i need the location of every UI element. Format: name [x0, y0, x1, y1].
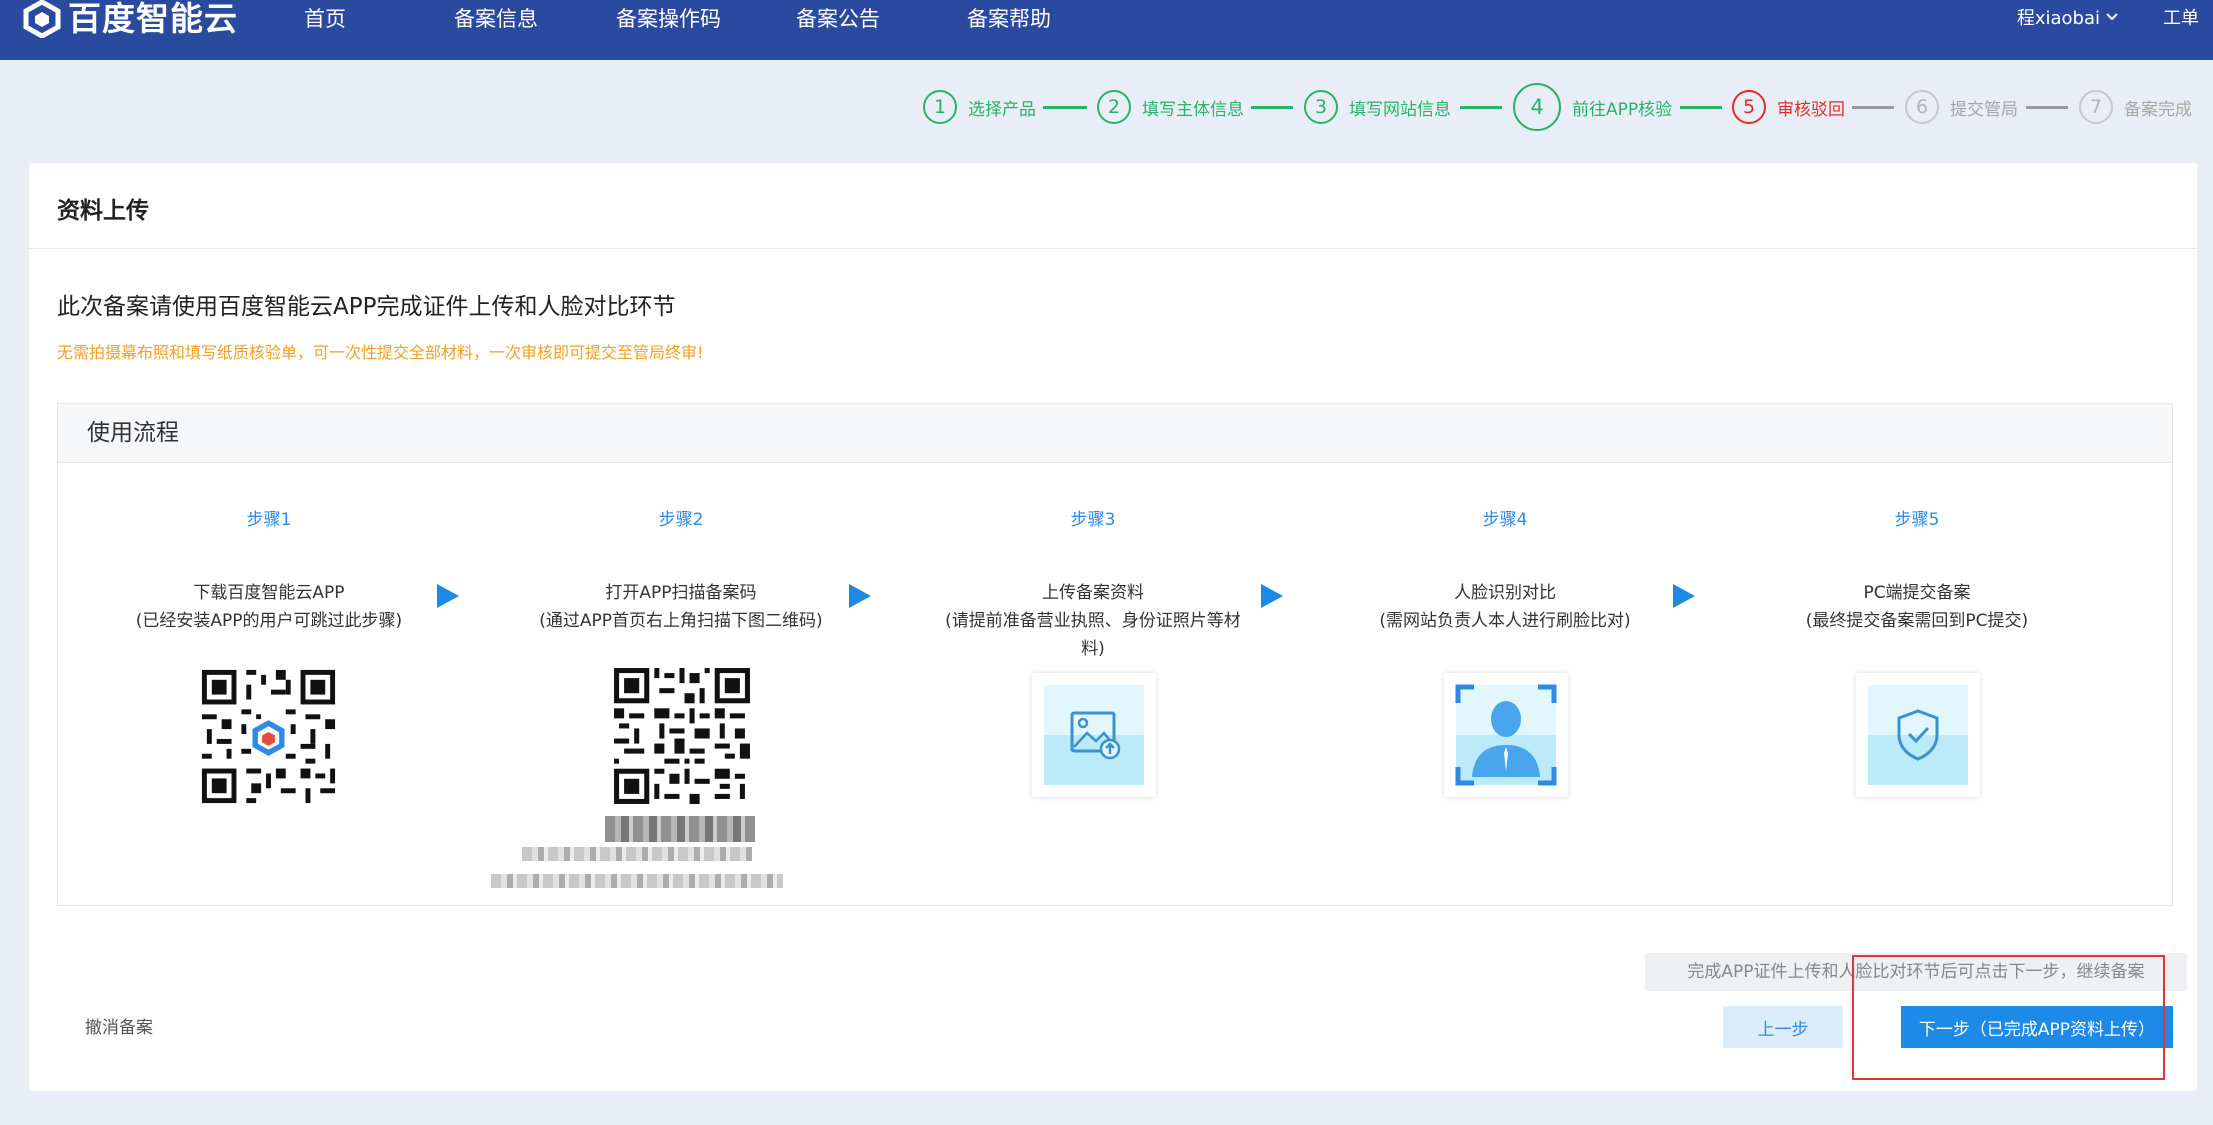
user-menu[interactable]: 程xiaobai [2017, 4, 2118, 30]
upload-image-icon [1032, 673, 1156, 797]
step-label: 备案完成 [2124, 99, 2192, 120]
blurred-code-text [522, 847, 752, 861]
step-connector [1680, 106, 1722, 109]
blurred-code-text [491, 874, 783, 888]
flow-step-1: 步骤1 下载百度智能云APP (已经安装APP的用户可跳过此步骤) [79, 463, 459, 903]
flow-step-desc: 上传备案资料 (请提前准备营业执照、身份证照片等材 料) [903, 579, 1283, 663]
flow-step-3: 步骤3 上传备案资料 (请提前准备营业执照、身份证照片等材 料) [903, 463, 1283, 903]
flow-step-line: (最终提交备案需回到PC提交) [1805, 611, 2029, 631]
arrow-right-icon [1673, 584, 1695, 608]
stepper-step-6: 6 提交管局 [1905, 86, 2018, 128]
flow-step-desc: 下载百度智能云APP (已经安装APP的用户可跳过此步骤) [79, 579, 459, 635]
flow-step-desc: 打开APP扫描备案码 (通过APP首页右上角扫描下图二维码) [491, 579, 871, 635]
intro-note: 无需拍摄幕布照和填写纸质核验单，可一次性提交全部材料，一次审核即可提交至管局终审… [57, 343, 704, 362]
step-number: 7 [2079, 90, 2113, 124]
nav-item-record-code[interactable]: 备案操作码 [616, 3, 721, 33]
arrow-right-icon [849, 584, 871, 608]
flow-step-line: 打开APP扫描备案码 [605, 583, 757, 603]
stepper-step-7: 7 备案完成 [2079, 86, 2192, 128]
next-step-button[interactable]: 下一步（已完成APP资料上传） [1901, 1006, 2173, 1048]
nav-item-announcement[interactable]: 备案公告 [796, 3, 880, 33]
step-number: 4 [1513, 83, 1561, 131]
divider [29, 248, 2197, 249]
step-connector [1460, 106, 1502, 109]
flow-step-line: 下载百度智能云APP [193, 583, 345, 603]
step-connector [1852, 106, 1894, 109]
step-number: 6 [1905, 90, 1939, 124]
step-label: 填写网站信息 [1349, 99, 1451, 120]
arrow-right-icon [1261, 584, 1283, 608]
baidu-cloud-logo-icon [23, 0, 61, 38]
step-number: 5 [1732, 90, 1766, 124]
intro-title: 此次备案请使用百度智能云APP完成证件上传和人脸对比环节 [57, 294, 676, 320]
usage-flow-panel: 使用流程 步骤1 下载百度智能云APP (已经安装APP的用户可跳过此步骤) 步… [57, 403, 2173, 906]
step-label: 审核驳回 [1777, 99, 1845, 120]
flow-step-4: 步骤4 人脸识别对比 (需网站负责人本人进行刷脸比对) [1315, 463, 1695, 903]
flow-step-title: 步骤1 [246, 510, 292, 530]
step-label: 提交管局 [1950, 99, 2018, 120]
stepper-step-2: 2 填写主体信息 [1097, 86, 1244, 128]
flow-step-title: 步骤5 [1894, 510, 1940, 530]
record-code-qr-code [609, 663, 755, 809]
progress-stepper: 1 选择产品 2 填写主体信息 3 填写网站信息 4 前往APP核验 5 审核驳… [0, 83, 2213, 131]
blurred-record-code [605, 816, 755, 842]
stepper-step-5: 5 审核驳回 [1732, 86, 1845, 128]
flow-step-line: 上传备案资料 [1042, 583, 1144, 603]
app-download-qr-code [197, 665, 340, 808]
step-label: 选择产品 [968, 99, 1036, 120]
step-number: 1 [923, 90, 957, 124]
step-number: 2 [1097, 90, 1131, 124]
flow-step-5: 步骤5 PC端提交备案 (最终提交备案需回到PC提交) [1727, 463, 2107, 903]
chevron-down-icon [2106, 13, 2118, 21]
card-title: 资料上传 [57, 198, 149, 224]
flow-step-desc: 人脸识别对比 (需网站负责人本人进行刷脸比对) [1315, 579, 1695, 635]
flow-step-line: (需网站负责人本人进行刷脸比对) [1379, 611, 1631, 631]
step-label: 填写主体信息 [1142, 99, 1244, 120]
upload-card: 资料上传 此次备案请使用百度智能云APP完成证件上传和人脸对比环节 无需拍摄幕布… [29, 163, 2197, 1091]
previous-step-button[interactable]: 上一步 [1723, 1006, 1843, 1048]
stepper-step-1: 1 选择产品 [923, 86, 1036, 128]
flow-step-line: (通过APP首页右上角扫描下图二维码) [539, 611, 823, 631]
cancel-record-link[interactable]: 撤消备案 [85, 1013, 153, 1038]
flow-step-2: 步骤2 打开APP扫描备案码 (通过APP首页右上角扫描下图二维码) [491, 463, 871, 903]
flow-step-title: 步骤3 [1070, 510, 1116, 530]
nav-item-record-info[interactable]: 备案信息 [454, 3, 538, 33]
stepper-step-3: 3 填写网站信息 [1304, 86, 1451, 128]
flow-step-title: 步骤2 [658, 510, 704, 530]
face-recognition-icon [1444, 673, 1568, 797]
flow-step-line: (请提前准备营业执照、身份证照片等材 [945, 611, 1241, 631]
nav-item-help[interactable]: 备案帮助 [967, 3, 1051, 33]
step-label: 前往APP核验 [1572, 99, 1673, 120]
step-connector [1043, 106, 1087, 109]
flow-title: 使用流程 [58, 404, 2172, 463]
flow-step-desc: PC端提交备案 (最终提交备案需回到PC提交) [1727, 579, 2107, 635]
flow-step-line: (已经安装APP的用户可跳过此步骤) [135, 611, 403, 631]
step-connector [2026, 106, 2068, 109]
arrow-right-icon [437, 584, 459, 608]
flow-step-line: 料) [1081, 639, 1105, 659]
user-name: 程xiaobai [2016, 8, 2100, 29]
shield-check-icon [1856, 673, 1980, 797]
flow-step-line: 人脸识别对比 [1454, 583, 1556, 603]
flow-step-title: 步骤4 [1482, 510, 1528, 530]
top-navigation-bar: 百度智能云 首页 备案信息 备案操作码 备案公告 备案帮助 程xiaobai 工… [0, 0, 2213, 60]
next-step-hint: 完成APP证件上传和人脸比对环节后可点击下一步，继续备案 [1645, 953, 2187, 991]
brand-name: 百度智能云 [68, 0, 238, 38]
flow-step-line: PC端提交备案 [1863, 583, 1971, 603]
step-connector [1251, 106, 1293, 109]
nav-item-home[interactable]: 首页 [304, 3, 346, 33]
workorder-link[interactable]: 工单 [2163, 4, 2199, 30]
step-number: 3 [1304, 90, 1338, 124]
brand-logo[interactable]: 百度智能云 [22, 0, 238, 38]
stepper-step-4: 4 前往APP核验 [1513, 83, 1673, 131]
